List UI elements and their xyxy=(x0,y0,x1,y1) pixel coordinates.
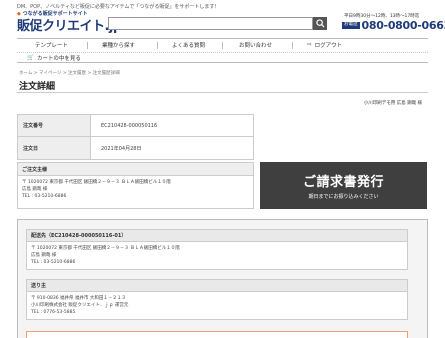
order-number-label: 注文番号 xyxy=(18,115,91,136)
invoice-button-subtitle: 期日までにお振り込みください xyxy=(308,194,379,200)
search-icon xyxy=(315,19,325,28)
sender-card: 送り主 〒 910-0836 福井県 福井市 大和田１－２１３ 小川印刷株式会社… xyxy=(26,279,408,320)
phone-contact[interactable]: お電話 080-0800-0663 xyxy=(342,19,445,32)
nav-item-label: テンプレート xyxy=(35,43,68,49)
page: DM、POP、ノベルティなど販促に必要なアイテムで「つながる販促」をサポートしま… xyxy=(0,0,445,338)
orderer-box: ご注文主様 〒 1020072 東京都 千代田区 飯田橋２－９－３ ＢＬＡ飯田橋… xyxy=(17,162,254,209)
order-items-box xyxy=(26,331,408,338)
customer-name: 小川印刷デモ用 広島 鋼哉 様 xyxy=(363,101,422,106)
phone-badge: お電話 xyxy=(342,22,360,29)
shipping-destination-heading: 配送先（EC210428-000050116-01） xyxy=(27,230,407,242)
nav-item-contact[interactable]: お問い合わせ xyxy=(239,39,272,51)
site-tagline: DM、POP、ノベルティなど販促に必要なアイテムで「つながる販促」をサポートしま… xyxy=(17,4,220,10)
nav-item-faq[interactable]: よくある質問 xyxy=(172,39,205,51)
nav-divider xyxy=(222,42,223,49)
cart-icon: 🛒 xyxy=(27,55,34,61)
order-date-row: 注文日 2021年04月28日 xyxy=(18,137,253,159)
address-line: 〒 910-0836 福井県 福井市 大和田１－２１３ xyxy=(31,296,126,301)
main-nav: テンプレート 業種から探す よくある質問 お問い合わせ ⇨ ログアウト 🛒 カー… xyxy=(17,38,428,63)
nav-item-label: よくある質問 xyxy=(172,43,206,49)
nav-item-label: 業種から探す xyxy=(102,43,136,49)
search-input[interactable] xyxy=(108,17,313,30)
invoice-button-title: ご請求書発行 xyxy=(302,175,384,190)
order-number-row: 注文番号 EC210428-000050116 xyxy=(18,115,253,137)
orderer-address: 〒 1020072 東京都 千代田区 飯田橋２－９－３ ＢＬＡ飯田橋ビル１０階 … xyxy=(18,176,253,203)
phone-number[interactable]: 080-0800-0663 xyxy=(362,19,445,32)
sender-address: 〒 910-0836 福井県 福井市 大和田１－２１３ 小川印刷株式会社 販促ク… xyxy=(27,292,407,319)
order-date-value: 2021年04月28日 xyxy=(101,145,142,152)
nav-divider xyxy=(292,42,293,49)
shipping-destination-card: 配送先（EC210428-000050116-01） 〒 1020072 東京都… xyxy=(26,229,408,270)
sender-company: 小川印刷株式会社 販促クリエイト．ｊｐ 運営元 xyxy=(31,303,129,308)
breadcrumb[interactable]: ホーム > マイページ > 注文履歴 > 注文履歴詳細 xyxy=(19,70,120,76)
address-line: 〒 1020072 東京都 千代田区 飯田橋２－９－３ ＢＬＡ飯田橋ビル１０階 xyxy=(31,246,180,251)
nav-divider xyxy=(157,42,158,49)
nav-item-label: ログアウト xyxy=(314,43,343,49)
nav-divider xyxy=(87,42,88,49)
order-date-label: 注文日 xyxy=(18,137,91,159)
sender-heading: 送り主 xyxy=(27,280,407,292)
site-logo[interactable]: 販促クリエイト.jp xyxy=(17,15,122,34)
nav-item-label: カートの中を見る xyxy=(36,56,81,62)
title-divider xyxy=(17,92,428,93)
sender-tel: TEL : 0776-53-5885 xyxy=(31,310,76,315)
orderer-tel: TEL : 03-5210-6886 xyxy=(22,194,67,199)
nav-item-templates[interactable]: テンプレート xyxy=(35,39,68,51)
delivery-section: 配送先（EC210428-000050116-01） 〒 1020072 東京都… xyxy=(17,219,428,338)
shipping-destination-address: 〒 1020072 東京都 千代田区 飯田橋２－９－３ ＢＬＡ飯田橋ビル１０階 … xyxy=(27,242,407,269)
order-info-table: 注文番号 EC210428-000050116 注文日 2021年04月28日 xyxy=(17,114,254,160)
issue-invoice-button[interactable]: ご請求書発行 期日までにお振り込みください xyxy=(260,162,427,209)
nav-item-cart[interactable]: 🛒 カートの中を見る xyxy=(27,52,81,64)
orderer-heading: ご注文主様 xyxy=(18,163,253,176)
order-number-value: EC210428-000050116 xyxy=(101,122,158,129)
logout-icon: ⇨ xyxy=(307,42,312,48)
search-button[interactable] xyxy=(313,17,327,30)
recipient-tel: TEL : 03-5210-6886 xyxy=(31,260,76,265)
nav-item-logout[interactable]: ⇨ ログアウト xyxy=(307,39,342,51)
logo-text: 販促クリエイト xyxy=(17,19,105,34)
nav-item-label: お問い合わせ xyxy=(239,43,273,49)
page-title: 注文詳細 xyxy=(19,82,56,92)
nav-item-industry[interactable]: 業種から探す xyxy=(102,39,135,51)
recipient-name: 広島 鋼哉 様 xyxy=(31,253,57,258)
orderer-address-line: 〒 1020072 東京都 千代田区 飯田橋２－９－３ ＢＬＡ飯田橋ビル１０階 xyxy=(22,180,171,185)
orderer-name: 広島 鋼哉 様 xyxy=(22,187,48,192)
